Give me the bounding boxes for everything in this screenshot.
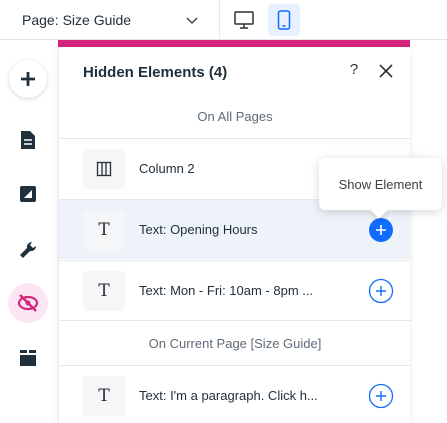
page-selector-value: Size Guide	[62, 12, 132, 28]
text-type-icon: T	[98, 281, 110, 301]
element-type-box: T	[83, 271, 125, 311]
show-element-plus-icon[interactable]	[368, 383, 394, 409]
hidden-eye-icon	[17, 294, 39, 312]
show-element-plus-icon[interactable]	[368, 217, 394, 243]
panel-header: Hidden Elements (4) ?	[59, 47, 411, 97]
design-button[interactable]	[8, 174, 48, 214]
page-icon	[21, 131, 35, 149]
chevron-down-icon	[186, 17, 198, 25]
close-icon[interactable]	[377, 62, 395, 80]
hidden-elements-panel: Hidden Elements (4) ? On All Pages Colum…	[58, 47, 411, 423]
element-name: Text: I'm a paragraph. Click h...	[139, 388, 318, 403]
add-elements-button[interactable]	[9, 60, 47, 98]
element-type-box	[83, 149, 125, 189]
text-type-icon: T	[98, 386, 110, 406]
element-name: Column 2	[139, 161, 195, 176]
left-sidebar	[0, 40, 56, 423]
plus-icon	[21, 72, 35, 86]
list-item[interactable]: T Text: Mon - Fri: 10am - 8pm ...	[59, 260, 411, 320]
design-icon	[20, 186, 36, 202]
top-bar: Page: Size Guide	[0, 0, 447, 40]
panel-title: Hidden Elements (4)	[83, 64, 228, 81]
element-name: Text: Mon - Fri: 10am - 8pm ...	[139, 283, 314, 298]
page-selector-label: Page:	[22, 12, 59, 28]
list-item[interactable]: T Text: I'm a paragraph. Click h...	[59, 365, 411, 423]
topbar-divider	[219, 0, 220, 40]
text-type-icon: T	[98, 220, 110, 240]
layout-icon	[20, 350, 36, 366]
page-selector[interactable]: Page: Size Guide	[22, 0, 200, 40]
element-type-box: T	[83, 376, 125, 416]
help-button[interactable]: ?	[345, 61, 363, 79]
mobile-view-button[interactable]	[268, 4, 300, 36]
element-type-box: T	[83, 210, 125, 250]
section-all-pages: On All Pages	[197, 109, 273, 124]
show-element-tooltip: Show Element	[319, 158, 442, 219]
column-icon	[96, 161, 112, 177]
tooltip-text: Show Element	[338, 176, 423, 192]
desktop-view-button[interactable]	[228, 4, 260, 36]
hidden-elements-button[interactable]	[8, 283, 48, 323]
desktop-icon	[234, 11, 254, 29]
show-element-plus-icon[interactable]	[368, 278, 394, 304]
section-current-page: On Current Page [Size Guide]	[148, 336, 322, 351]
selection-strip	[58, 40, 410, 47]
pages-button[interactable]	[8, 120, 48, 160]
mobile-icon	[277, 10, 291, 30]
section-divider	[59, 320, 411, 321]
layers-button[interactable]	[8, 338, 48, 378]
settings-button[interactable]	[8, 230, 48, 270]
element-name: Text: Opening Hours	[139, 222, 258, 237]
wrench-icon	[20, 241, 37, 258]
